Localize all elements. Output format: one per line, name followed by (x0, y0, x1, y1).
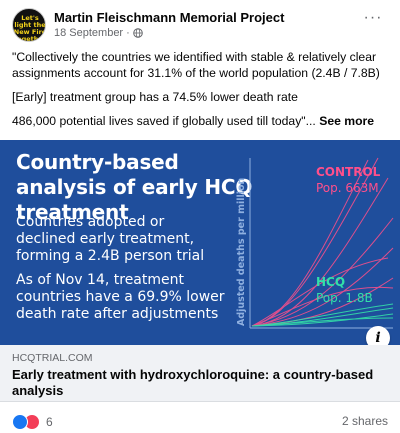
link-preview-image[interactable]: Country-based analysis of early HCQ trea… (0, 140, 400, 345)
see-more-link[interactable]: See more (319, 114, 374, 128)
reaction-icons (12, 414, 40, 430)
link-preview-footer[interactable]: HCQTRIAL.COM Early treatment with hydrox… (0, 345, 400, 402)
hcq-population: Pop. 1.8B (316, 291, 373, 305)
shares-count[interactable]: 2 shares (342, 414, 388, 428)
post-text-line-3-content: 486,000 potential lives saved if globall… (12, 114, 316, 128)
link-domain: HCQTRIAL.COM (12, 352, 93, 364)
control-label: CONTROL (316, 165, 381, 179)
hcq-label: HCQ (316, 275, 345, 289)
post-text: "Collectively the countries we identifie… (12, 49, 392, 137)
reactions-summary[interactable]: 6 (12, 414, 53, 430)
post-text-line-1: "Collectively the countries we identifie… (12, 50, 380, 80)
post-text-line-2: [Early] treatment group has a 74.5% lowe… (12, 90, 298, 104)
facebook-post: Let's light the New Fire together Martin… (0, 0, 400, 433)
mini-chart-graphic: Adjusted deaths per million CONTROL Pop.… (236, 157, 394, 329)
globe-icon (132, 28, 143, 38)
meta-separator: · (126, 27, 130, 39)
post-date[interactable]: 18 September (54, 27, 123, 39)
link-title[interactable]: Early treatment with hydroxychloroquine:… (12, 367, 382, 398)
more-options-button[interactable]: ··· (362, 10, 384, 30)
post-meta: 18 September · (54, 27, 143, 39)
post-header: Let's light the New Fire together Martin… (12, 8, 388, 42)
reaction-count: 6 (46, 415, 53, 429)
info-icon[interactable]: i (366, 326, 390, 345)
image-paragraph-2: As of Nov 14, treatment countries have a… (16, 272, 225, 322)
post-text-line-3: 486,000 potential lives saved if globall… (12, 113, 392, 129)
control-population: Pop. 663M (316, 181, 379, 195)
page-name-link[interactable]: Martin Fleischmann Memorial Project (54, 10, 284, 25)
page-avatar[interactable]: Let's light the New Fire together (12, 8, 46, 42)
like-icon (12, 414, 28, 430)
avatar-logo-text: Let's light the New Fire together (13, 14, 46, 42)
image-paragraph-1: Countries adopted or declined early trea… (16, 214, 205, 264)
chart-y-label: Adjusted deaths per million (236, 177, 247, 326)
